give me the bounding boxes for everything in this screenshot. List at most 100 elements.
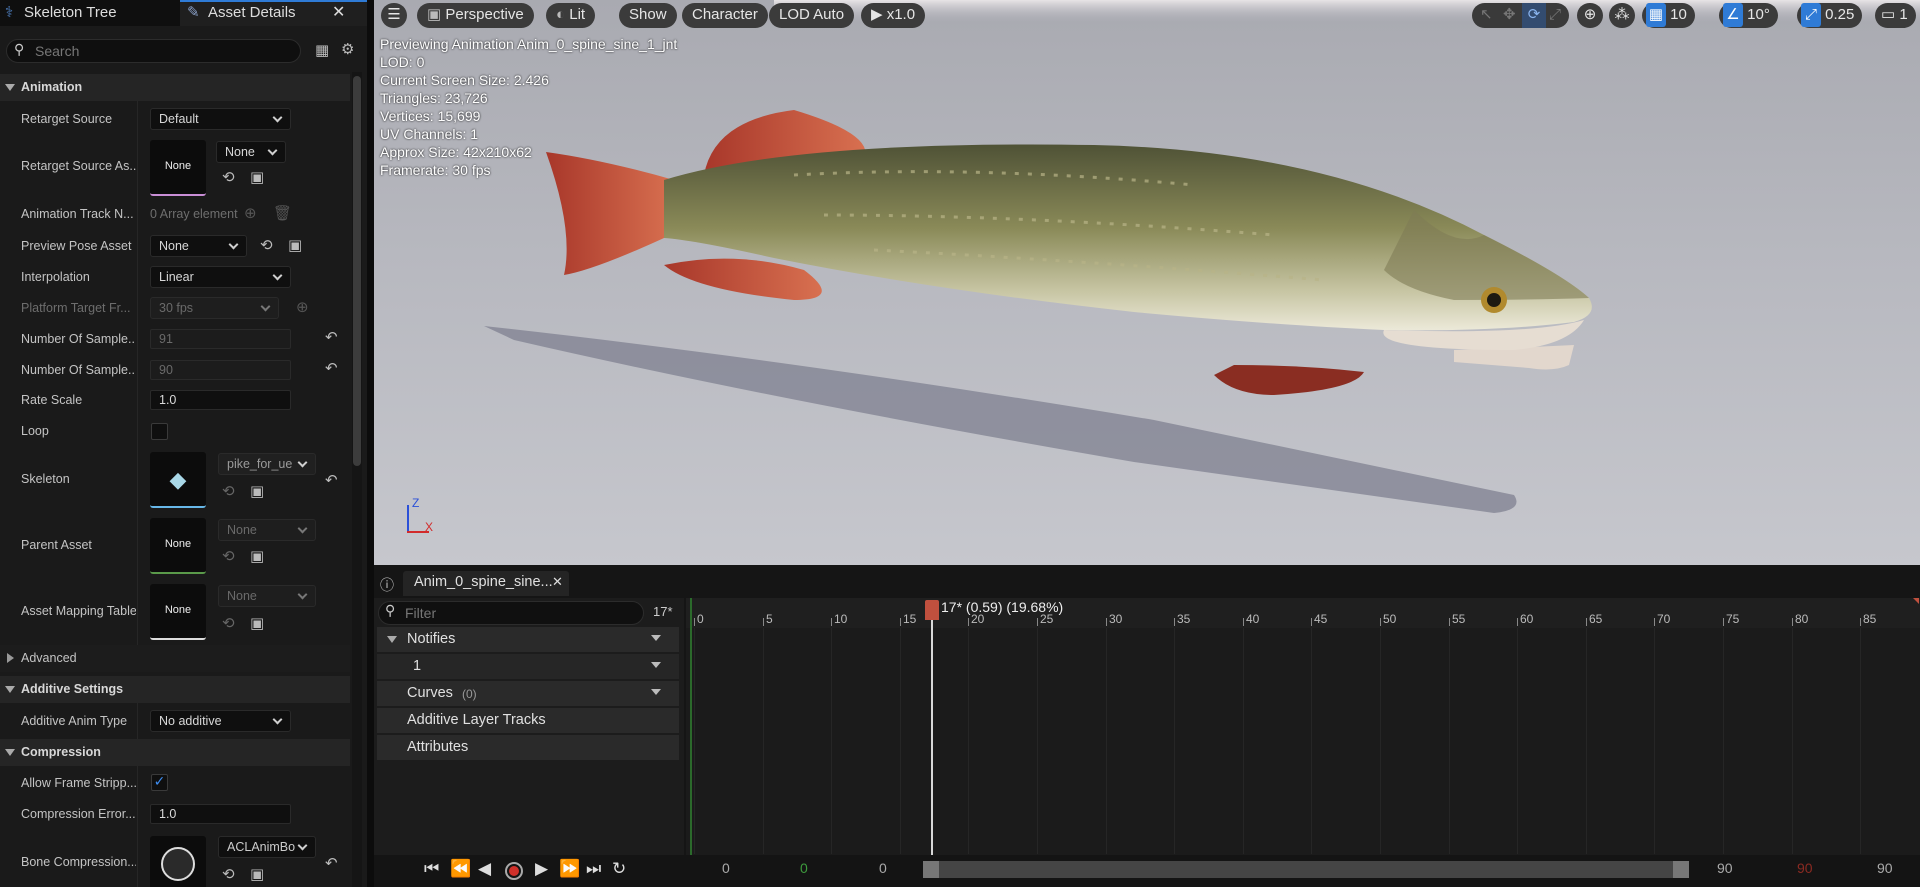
scrollbar-thumb[interactable]: [353, 76, 361, 466]
loop-toggle-icon[interactable]: ↻: [612, 859, 626, 879]
browse-mapping-icon[interactable]: ▣: [250, 614, 264, 632]
select-mode-icon[interactable]: ↖: [1480, 3, 1493, 27]
perspective-button[interactable]: ▣ Perspective: [417, 3, 534, 28]
record-button[interactable]: [505, 862, 523, 880]
scale-mode-icon[interactable]: ⤢: [1549, 3, 1561, 27]
tab-skeleton-tree[interactable]: Skeleton Tree: [24, 0, 117, 26]
add-element-icon[interactable]: ⊕: [244, 204, 257, 222]
loop-checkbox[interactable]: [151, 423, 168, 440]
retarget-source-asset-dropdown[interactable]: None: [216, 141, 286, 163]
track-attributes[interactable]: Attributes: [377, 735, 679, 760]
viewport-menu-button[interactable]: ☰: [381, 3, 407, 28]
bone-compression-dropdown[interactable]: ACLAnimBo: [218, 836, 316, 858]
timeline-area[interactable]: [686, 598, 1920, 855]
retarget-source-asset-thumbnail[interactable]: None: [150, 140, 206, 196]
retarget-source-dropdown[interactable]: Default: [150, 108, 291, 130]
use-selected-skeleton-icon[interactable]: ⟲: [222, 482, 235, 500]
allow-frame-stripping-checkbox[interactable]: ✓: [151, 774, 168, 791]
angle-snap-button[interactable]: ∠ 10°: [1719, 3, 1778, 28]
asset-mapping-thumbnail[interactable]: None: [150, 584, 206, 640]
reset-skeleton-icon[interactable]: ↶: [325, 471, 338, 489]
play-forward-icon[interactable]: ▶: [535, 859, 548, 879]
tab-asset-details[interactable]: Asset Details: [208, 0, 296, 26]
viewport[interactable]: ☰ ▣ Perspective ◐ Lit Show Character LOD…: [374, 0, 1920, 565]
browse-asset-icon[interactable]: ▣: [250, 168, 264, 186]
browse-compression-icon[interactable]: ▣: [250, 865, 264, 883]
bone-compression-thumbnail[interactable]: [150, 836, 206, 887]
additive-anim-type-dropdown[interactable]: No additive: [150, 710, 291, 732]
trash-icon[interactable]: 🗑: [273, 204, 292, 222]
lod-button[interactable]: LOD Auto: [769, 3, 855, 28]
panel-splitter[interactable]: [367, 0, 374, 887]
interpolation-dropdown[interactable]: Linear: [150, 266, 291, 288]
tab-anim-asset[interactable]: Anim_0_spine_sine... ✕: [403, 571, 569, 596]
ruler-tick: [1792, 618, 1793, 626]
track-curves[interactable]: Curves (0): [377, 681, 679, 706]
filter-input[interactable]: ⚲ Filter: [378, 601, 644, 625]
view-range-scrollbar[interactable]: [923, 861, 1689, 878]
use-selected-compression-icon[interactable]: ⟲: [222, 865, 235, 883]
skeleton-thumbnail[interactable]: ◆: [150, 452, 206, 508]
surface-snap-button[interactable]: ⁂: [1609, 3, 1635, 28]
label-animation-track: Animation Track N...: [21, 207, 134, 221]
grid-snap-button[interactable]: ▦ 10: [1642, 3, 1695, 28]
scale-snap-button[interactable]: ⤢ 0.25: [1797, 3, 1863, 28]
label-parent-asset: Parent Asset: [21, 538, 92, 552]
playback-start-field[interactable]: 0: [800, 860, 808, 876]
reset-compression-icon[interactable]: ↶: [325, 854, 338, 872]
character-button[interactable]: Character: [682, 3, 768, 28]
reset-to-default-icon[interactable]: ↶: [325, 328, 338, 346]
preview-pose-dropdown[interactable]: None: [150, 235, 247, 257]
close-tab-icon[interactable]: ✕: [552, 575, 563, 590]
view-start-field[interactable]: 0: [879, 860, 887, 876]
step-forward-icon[interactable]: ⏩: [559, 859, 580, 879]
show-button[interactable]: Show: [619, 3, 677, 28]
section-additive-settings[interactable]: Additive Settings: [0, 676, 350, 703]
play-speed-button[interactable]: ▶ x1.0: [861, 3, 926, 28]
close-tab-icon[interactable]: ✕: [332, 0, 345, 26]
use-selected-parent-icon[interactable]: ⟲: [222, 547, 235, 565]
end-frame-field[interactable]: 90: [1877, 860, 1893, 876]
track-notify-1-label: 1: [413, 658, 422, 674]
coordinate-space-button[interactable]: ⊕: [1577, 3, 1603, 28]
play-reverse-icon[interactable]: ◀: [478, 859, 491, 879]
reset-to-default-icon[interactable]: ↶: [325, 359, 338, 377]
advanced-row[interactable]: Advanced: [0, 645, 350, 672]
rotate-mode-icon[interactable]: ⟳: [1522, 3, 1546, 28]
browse-pose-icon[interactable]: ▣: [288, 236, 302, 254]
skeleton-dropdown[interactable]: pike_for_ue: [218, 453, 316, 475]
view-range-start-handle[interactable]: [923, 861, 939, 878]
go-to-start-icon[interactable]: ⏮: [424, 859, 439, 879]
add-platform-icon[interactable]: ⊕: [296, 298, 309, 316]
section-compression[interactable]: Compression: [0, 739, 350, 766]
use-selected-icon[interactable]: ⟲: [222, 168, 235, 186]
camera-speed-button[interactable]: ▭ 1: [1875, 3, 1916, 28]
track-additive-layer[interactable]: Additive Layer Tracks: [377, 708, 679, 733]
playback-end-field[interactable]: 90: [1797, 860, 1813, 876]
character-label: Character: [692, 6, 758, 23]
start-frame-field[interactable]: 0: [722, 860, 730, 876]
label-compression-error: Compression Error...: [21, 807, 136, 821]
table-view-icon[interactable]: ▦: [315, 41, 329, 59]
view-end-field[interactable]: 90: [1717, 860, 1733, 876]
settings-gear-icon[interactable]: ⚙: [341, 40, 354, 58]
parent-asset-thumbnail[interactable]: None: [150, 518, 206, 574]
compression-error-field[interactable]: 1.0: [150, 804, 291, 824]
move-mode-icon[interactable]: ✥: [1503, 3, 1516, 27]
rate-scale-field[interactable]: 1.0: [150, 390, 291, 410]
lit-button[interactable]: ◐ Lit: [546, 3, 596, 28]
go-to-end-icon[interactable]: ⏭: [586, 859, 601, 879]
browse-skeleton-icon[interactable]: ▣: [250, 482, 264, 500]
browse-parent-icon[interactable]: ▣: [250, 547, 264, 565]
use-selected-mapping-icon[interactable]: ⟲: [222, 614, 235, 632]
track-notifies[interactable]: Notifies: [377, 627, 679, 652]
track-notify-1[interactable]: 1: [377, 654, 679, 679]
current-frame-display[interactable]: 17*: [653, 604, 673, 619]
help-icon[interactable]: ⓘ: [380, 575, 394, 595]
search-input[interactable]: ⚲ Search: [6, 39, 301, 63]
use-selected-pose-icon[interactable]: ⟲: [260, 236, 273, 254]
section-animation[interactable]: Animation: [0, 74, 350, 101]
view-range-end-handle[interactable]: [1673, 861, 1689, 878]
playhead-handle[interactable]: [925, 600, 939, 620]
step-back-icon[interactable]: ⏪: [450, 859, 471, 879]
